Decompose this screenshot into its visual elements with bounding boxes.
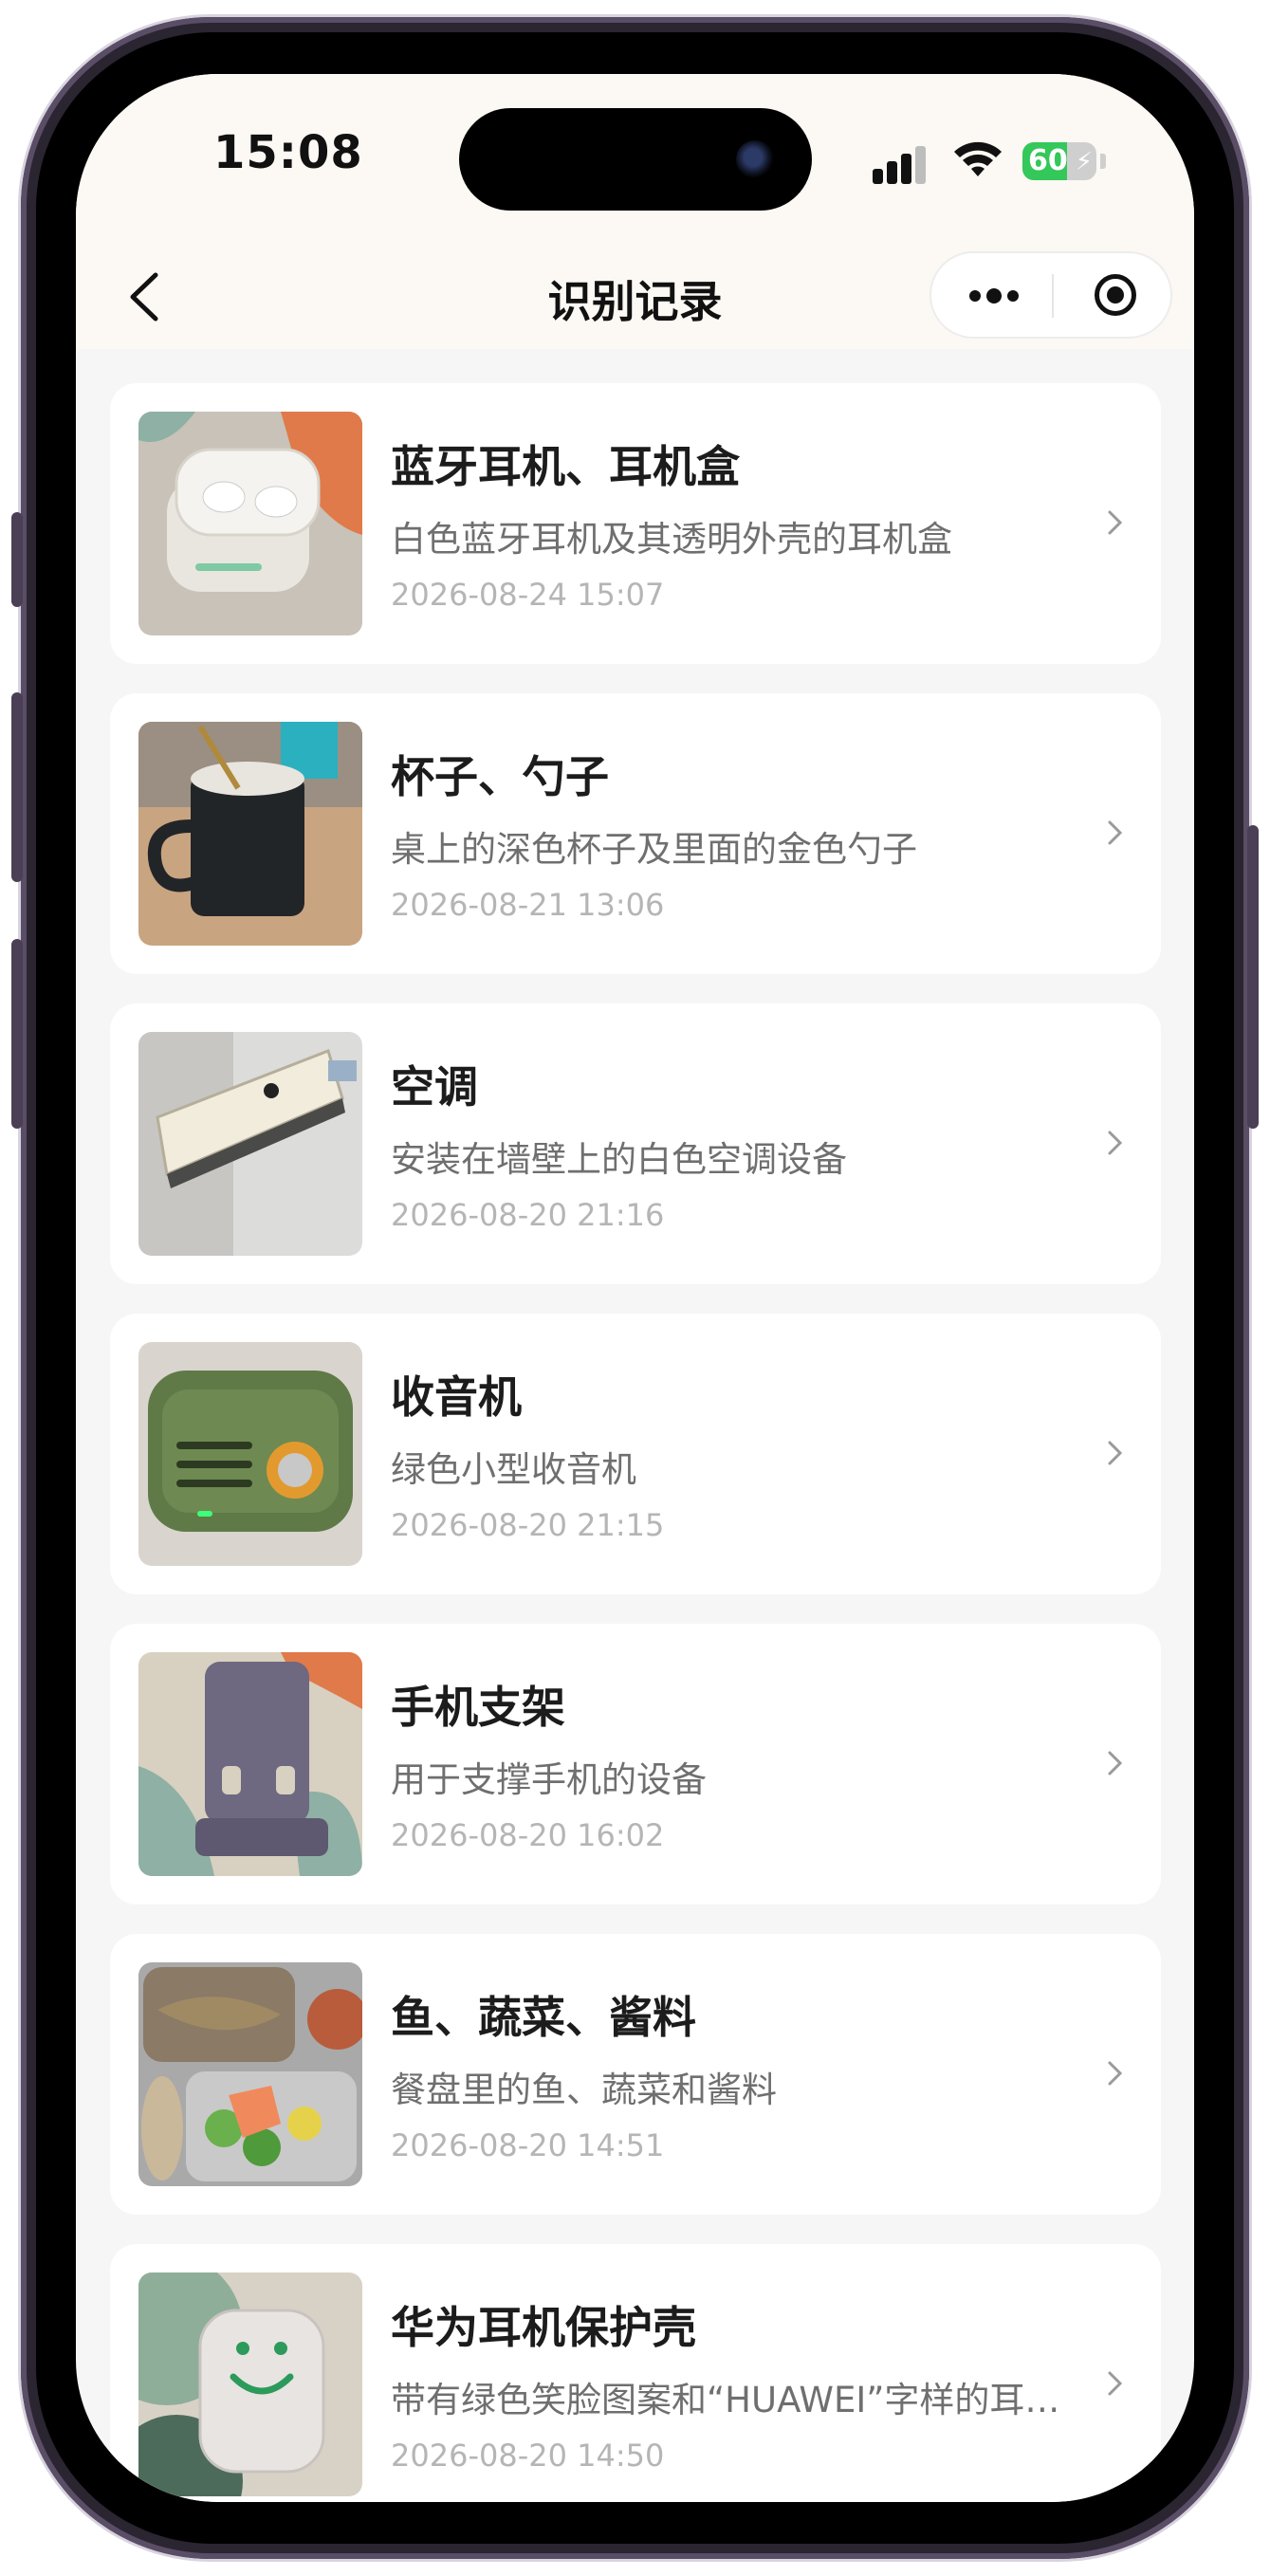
nav-bar: 识别记录 — [76, 245, 1194, 349]
record-date: 2026-08-20 14:50 — [391, 2438, 665, 2474]
record-item[interactable]: 收音机 绿色小型收音机 2026-08-20 21:15 — [110, 1314, 1161, 1594]
record-description: 绿色小型收音机 — [391, 1449, 636, 1490]
battery-icon: 60 ⚡ — [1022, 142, 1096, 180]
earbuds-case-photo — [138, 412, 362, 635]
volume-down-button — [11, 939, 23, 1129]
record-date: 2026-08-24 15:07 — [391, 577, 665, 613]
record-title: 蓝牙耳机、耳机盒 — [391, 441, 740, 492]
record-description: 带有绿色笑脸图案和“HUAWEI”字样的耳机保护壳 — [391, 2380, 1074, 2420]
record-item[interactable]: 手机支架 用于支撑手机的设备 2026-08-20 16:02 — [110, 1624, 1161, 1904]
record-description: 用于支撑手机的设备 — [391, 1759, 707, 1800]
record-list: 蓝牙耳机、耳机盒 白色蓝牙耳机及其透明外壳的耳机盒 2026-08-24 15:… — [110, 383, 1161, 2502]
air-conditioner-photo — [138, 1032, 362, 1256]
chevron-right-icon — [1108, 1131, 1123, 1155]
record-description: 餐盘里的鱼、蔬菜和酱料 — [391, 2070, 777, 2110]
record-title: 华为耳机保护壳 — [391, 2302, 696, 2353]
chevron-right-icon — [1108, 2371, 1123, 2396]
record-item[interactable]: 杯子、勺子 桌上的深色杯子及里面的金色勺子 2026-08-21 13:06 — [110, 693, 1161, 974]
chevron-right-icon — [1108, 1441, 1123, 1465]
dynamic-island — [459, 108, 812, 211]
more-options-icon[interactable] — [931, 253, 1053, 337]
power-button — [1247, 825, 1259, 1129]
record-title: 鱼、蔬菜、酱料 — [391, 1992, 696, 2043]
volume-up-button — [11, 692, 23, 882]
radio-photo — [138, 1342, 362, 1566]
record-description: 安装在墙壁上的白色空调设备 — [391, 1139, 847, 1180]
chevron-right-icon — [1108, 2061, 1123, 2086]
record-item[interactable]: 蓝牙耳机、耳机盒 白色蓝牙耳机及其透明外壳的耳机盒 2026-08-24 15:… — [110, 383, 1161, 664]
chevron-right-icon — [1108, 510, 1123, 535]
food-tray-photo — [138, 1962, 362, 2186]
record-title: 空调 — [391, 1061, 478, 1113]
record-description: 桌上的深色杯子及里面的金色勺子 — [391, 829, 917, 870]
battery-percent: 60 — [1028, 144, 1068, 177]
capsule-divider — [1052, 274, 1054, 318]
phone-stand-photo — [138, 1652, 362, 1876]
record-title: 收音机 — [391, 1371, 522, 1423]
close-miniprogram-icon[interactable] — [1055, 253, 1172, 337]
huawei-case-photo — [138, 2272, 362, 2496]
record-item[interactable]: 空调 安装在墙壁上的白色空调设备 2026-08-20 21:16 — [110, 1003, 1161, 1284]
status-time: 15:08 — [213, 126, 363, 179]
chevron-right-icon — [1108, 1751, 1123, 1776]
miniprogram-capsule — [929, 251, 1172, 339]
record-item[interactable]: 鱼、蔬菜、酱料 餐盘里的鱼、蔬菜和酱料 2026-08-20 14:51 — [110, 1934, 1161, 2215]
mug-spoon-photo — [138, 722, 362, 946]
battery-cap — [1100, 154, 1106, 169]
chevron-right-icon — [1108, 820, 1123, 845]
record-date: 2026-08-20 14:51 — [391, 2127, 665, 2163]
wifi-icon — [954, 141, 1002, 176]
record-date: 2026-08-21 13:06 — [391, 887, 665, 923]
camera-icon — [736, 140, 774, 178]
cellular-signal-icon — [873, 146, 929, 184]
record-item[interactable]: 华为耳机保护壳 带有绿色笑脸图案和“HUAWEI”字样的耳机保护壳 2026-0… — [110, 2244, 1161, 2502]
action-button — [11, 512, 23, 607]
record-title: 杯子、勺子 — [391, 751, 609, 802]
record-date: 2026-08-20 16:02 — [391, 1817, 665, 1853]
screen: 15:08 60 ⚡ 识别记录 蓝牙耳机、耳机盒 白色蓝牙耳机及其透明外壳的耳机… — [76, 74, 1194, 2502]
record-title: 手机支架 — [391, 1682, 565, 1733]
record-description: 白色蓝牙耳机及其透明外壳的耳机盒 — [391, 519, 952, 560]
record-date: 2026-08-20 21:16 — [391, 1197, 665, 1233]
record-date: 2026-08-20 21:15 — [391, 1507, 665, 1543]
charging-bolt-icon: ⚡ — [1075, 148, 1093, 176]
